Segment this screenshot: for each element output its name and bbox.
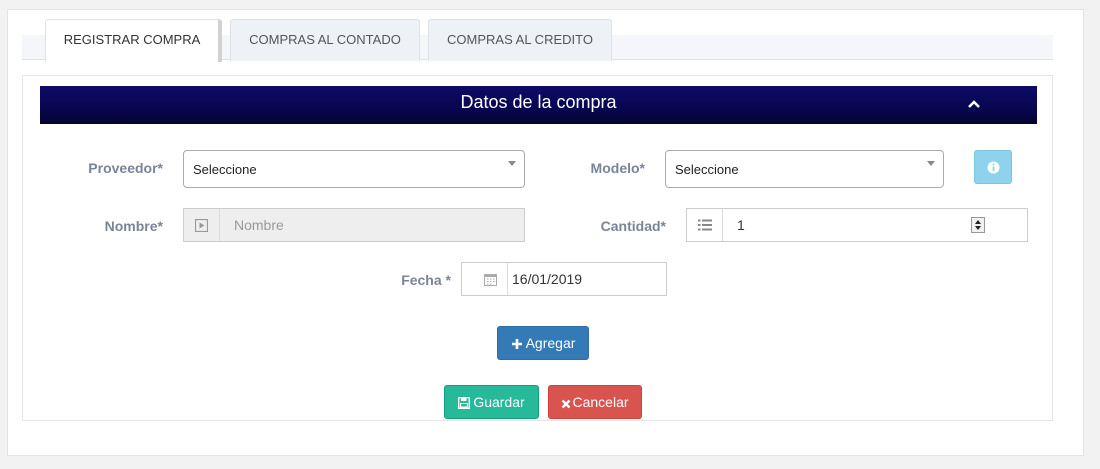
chevron-down-icon [927, 161, 935, 166]
play-square-icon [195, 219, 208, 232]
tab-registrar-compra[interactable]: REGISTRAR COMPRA [45, 19, 222, 62]
panel-title: Datos de la compra [460, 92, 617, 112]
tab-compras-al-credito[interactable]: COMPRAS AL CREDITO [428, 19, 612, 61]
modelo-select[interactable]: Seleccione [665, 150, 944, 188]
guardar-label: Guardar [473, 394, 525, 410]
nombre-label: Nombre* [104, 218, 163, 234]
proveedor-select[interactable]: Seleccione [183, 150, 525, 188]
fecha-addon [462, 263, 508, 295]
form-container: Datos de la compra [22, 75, 1053, 421]
fecha-value: 16/01/2019 [512, 271, 583, 287]
proveedor-value: Seleccione [193, 162, 257, 177]
agregar-label: Agregar [525, 335, 576, 351]
cancelar-label: Cancelar [572, 394, 629, 410]
tab-compras-al-contado[interactable]: COMPRAS AL CONTADO [230, 19, 420, 61]
plus-icon [511, 339, 522, 349]
panel-header: Datos de la compra [40, 86, 1037, 124]
info-button[interactable] [974, 150, 1012, 184]
agregar-button[interactable]: Agregar [497, 326, 589, 360]
calendar-icon [484, 274, 497, 286]
cantidad-input[interactable]: 1 [686, 208, 1028, 242]
list-icon [698, 219, 712, 231]
modelo-label: Modelo* [590, 160, 645, 176]
cantidad-label: Cantidad* [600, 218, 666, 234]
nombre-placeholder: Nombre [234, 217, 284, 233]
modelo-value: Seleccione [675, 162, 739, 177]
fecha-label: Fecha * [401, 272, 451, 288]
cantidad-value: 1 [737, 217, 745, 233]
save-icon [458, 397, 471, 409]
fecha-input[interactable]: 16/01/2019 [461, 262, 667, 296]
close-icon [562, 399, 571, 409]
info-icon [987, 161, 1000, 174]
cantidad-addon [687, 209, 723, 241]
quantity-stepper[interactable] [971, 217, 985, 233]
guardar-button[interactable]: Guardar [444, 385, 539, 419]
proveedor-label: Proveedor* [88, 160, 163, 176]
cancelar-button[interactable]: Cancelar [548, 385, 642, 419]
chevron-up-icon[interactable] [966, 96, 982, 112]
nombre-addon [184, 209, 220, 241]
chevron-down-icon [508, 161, 516, 166]
nombre-input[interactable]: Nombre [183, 208, 525, 242]
